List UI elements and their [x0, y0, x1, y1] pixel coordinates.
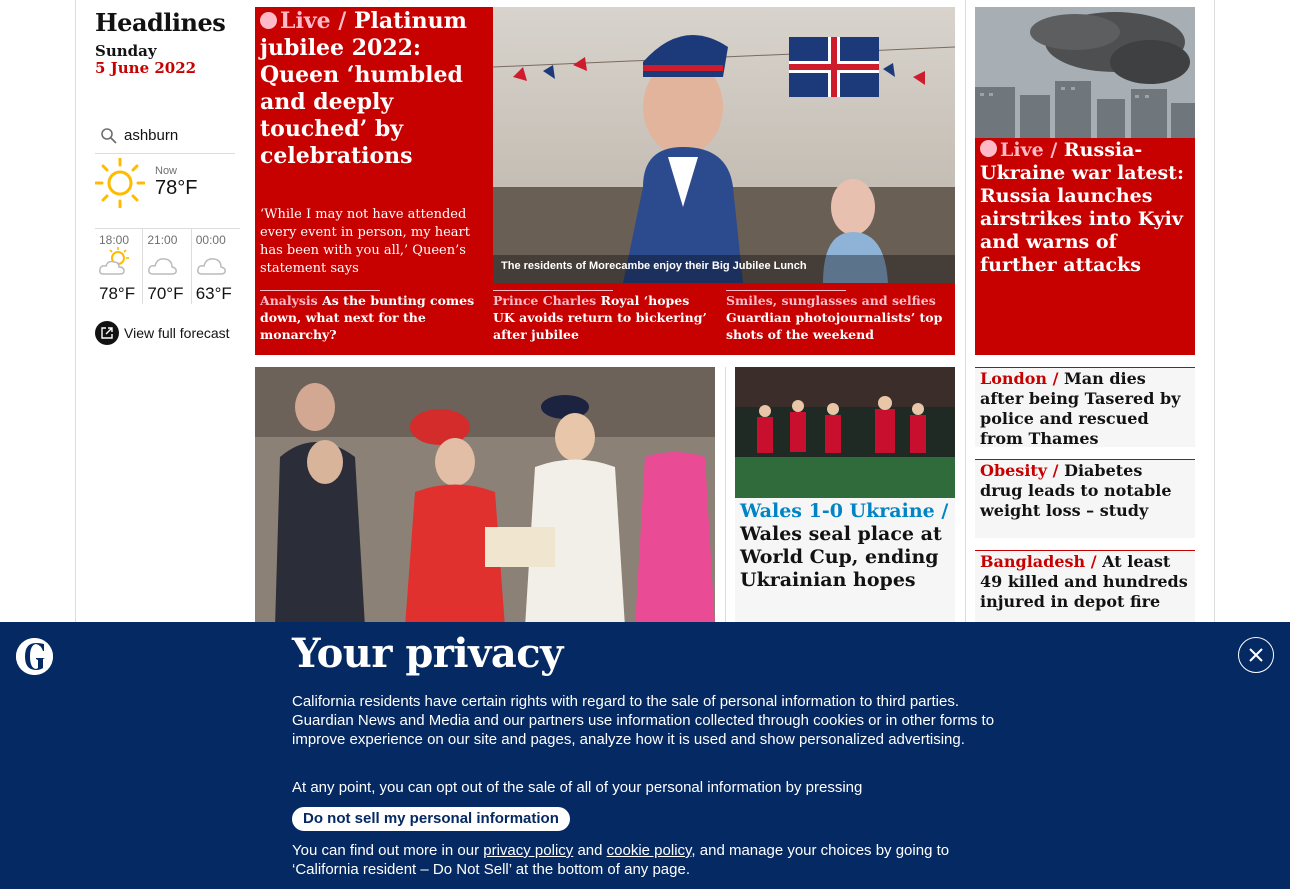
story-obesity[interactable]: Obesity / Diabetes drug leads to notable…	[975, 459, 1195, 538]
story-london[interactable]: London / Man dies after being Tasered by…	[975, 367, 1195, 448]
story-bangladesh[interactable]: Bangladesh / At least 49 killed and hund…	[975, 550, 1195, 622]
privacy-optout-text: At any point, you can opt out of the sal…	[292, 779, 863, 796]
divider	[726, 290, 846, 291]
live-dot-icon	[260, 12, 277, 29]
location-input[interactable]: ashburn	[124, 127, 178, 144]
hourly-forecast: 18:00 78°F 21:00 70°F 00:00 63°F	[95, 228, 240, 304]
divider	[260, 290, 380, 291]
sublink-photos[interactable]: Smiles, sunglasses and selfies Guardian …	[726, 290, 951, 343]
cookie-policy-link[interactable]: cookie policy	[607, 842, 692, 859]
do-not-sell-button[interactable]: Do not sell my personal information	[292, 807, 570, 831]
top-story-standfirst: ‘While I may not have attended every eve…	[260, 207, 470, 276]
divider	[493, 290, 613, 291]
live-kicker: Live /	[980, 139, 1057, 161]
close-icon	[1249, 648, 1263, 662]
moon-cloud-icon	[196, 258, 226, 275]
day-label: Sunday	[95, 42, 157, 60]
forecast-time: 18:00	[99, 233, 130, 247]
privacy-title: Your privacy	[292, 630, 563, 677]
live-kicker: Live /	[260, 8, 346, 34]
forecast-time: 00:00	[195, 233, 226, 247]
forecast-item: 21:00 70°F	[143, 229, 192, 304]
forecast-temp: 63°F	[195, 284, 232, 303]
search-icon	[101, 127, 117, 144]
section-title: Headlines	[95, 8, 226, 37]
full-forecast-label[interactable]: View full forecast	[124, 325, 230, 341]
now-label: Now	[155, 165, 178, 177]
moon-cloud-icon	[148, 258, 178, 275]
privacy-more-info: You can find out more in our privacy pol…	[292, 842, 950, 878]
external-link-icon	[95, 321, 119, 345]
forecast-item: 18:00 78°F	[95, 229, 144, 304]
forecast-time: 21:00	[147, 233, 178, 247]
guardian-logo-icon	[16, 638, 53, 675]
partly-sunny-icon	[99, 247, 129, 275]
sublink-analysis[interactable]: Analysis As the bunting comes down, what…	[260, 290, 488, 343]
wales-headline[interactable]: Wales 1-0 Ukraine / Wales seal place at …	[740, 500, 950, 592]
sublink-prince-charles[interactable]: Prince Charles Royal ‘hopes UK avoids re…	[493, 290, 708, 343]
politicians-photo[interactable]	[255, 367, 715, 627]
wales-celebration-photo[interactable]	[735, 367, 955, 498]
kyiv-smoke-photo[interactable]	[975, 7, 1195, 138]
column-divider	[965, 0, 966, 622]
forecast-item: 00:00 63°F	[192, 229, 240, 304]
full-forecast-link[interactable]: View full forecast	[95, 321, 230, 345]
privacy-paragraph: California residents have certain rights…	[292, 693, 995, 748]
date-label: 5 June 2022	[95, 59, 197, 77]
location-search[interactable]: ashburn	[95, 118, 235, 154]
jubilee-photo[interactable]	[493, 7, 955, 283]
top-story-headline[interactable]: Live / Platinum jubilee 2022: Queen ‘hum…	[260, 8, 490, 170]
forecast-temp: 70°F	[147, 284, 184, 303]
ukraine-headline[interactable]: Live / Russia-Ukraine war latest: Russia…	[980, 139, 1192, 277]
now-temperature: 78°F	[155, 177, 198, 199]
privacy-policy-link[interactable]: privacy policy	[483, 842, 573, 859]
photo-caption: The residents of Morecambe enjoy their B…	[501, 260, 807, 272]
live-dot-icon	[980, 140, 997, 157]
privacy-banner: Your privacy California residents have c…	[0, 622, 1290, 889]
close-button[interactable]	[1238, 637, 1274, 673]
forecast-temp: 78°F	[99, 284, 136, 303]
sun-icon	[94, 157, 146, 212]
column-divider	[725, 367, 726, 622]
